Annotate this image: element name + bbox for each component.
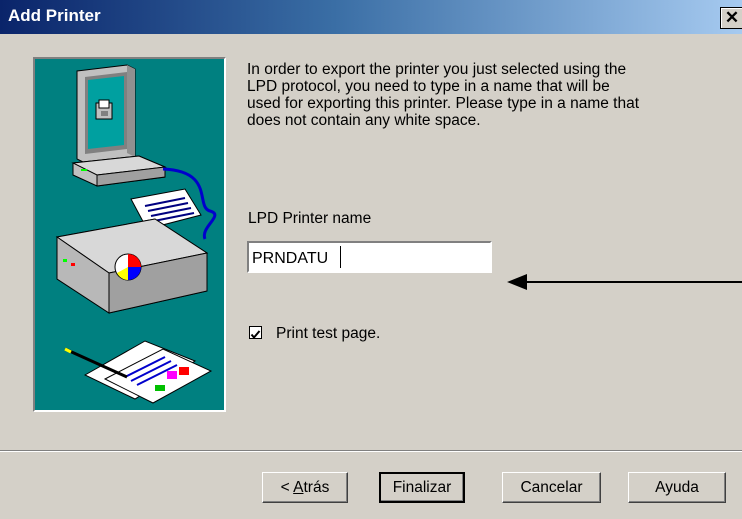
text-caret [340,246,341,268]
printer-name-input[interactable] [247,241,492,273]
title-bar[interactable]: Add Printer ✕ [0,0,742,34]
add-printer-dialog: Add Printer ✕ In order to export the pri… [0,0,742,519]
printed-pages-icon [64,340,213,404]
back-button[interactable]: < Atrás [262,472,348,503]
help-button-label: Ayuda [655,479,699,496]
instructions-text: In order to export the printer you just … [247,61,717,129]
window-title: Add Printer [8,6,101,25]
printer-name-label: LPD Printer name [248,210,372,227]
instructions-line: In order to export the printer you just … [247,61,627,78]
instructions-line: does not contain any white space. [247,112,481,129]
wizard-illustration [33,57,226,412]
print-test-page-label[interactable]: Print test page. [276,325,380,343]
checkmark-icon [250,330,261,340]
finish-button-label: Finalizar [392,479,452,496]
back-button-accelerator: A [293,479,304,496]
instructions-line: LPD protocol, you need to type in a name… [247,78,610,95]
help-button[interactable]: Ayuda [628,472,726,503]
cancel-button[interactable]: Cancelar [502,472,601,503]
button-separator-highlight [0,451,742,452]
back-button-prefix: < [280,479,294,496]
print-test-page-checkbox[interactable] [249,326,262,340]
illustration-graphic [55,64,217,404]
pointer-arrow [507,274,742,290]
finish-button[interactable]: Finalizar [379,472,465,503]
printer-icon [55,188,209,314]
close-icon: ✕ [724,8,740,27]
close-button[interactable]: ✕ [720,7,742,29]
back-button-label: trás [303,479,330,496]
instructions-line: used for exporting this printer. Please … [247,95,640,112]
cancel-button-label: Cancelar [520,479,583,496]
